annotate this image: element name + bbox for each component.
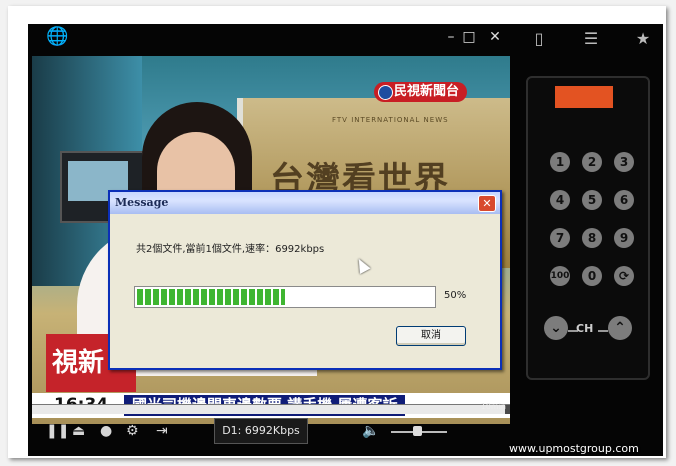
remote-key-8[interactable]: 9 [614,228,634,248]
channel-logo: 民視新聞台 [374,82,468,102]
photo-frame: 🌐 – □ ✕ FTV INTERNATIONAL NEWS 台灣看世界 民視新… [8,6,666,458]
channel-up-button[interactable]: ⌃ [608,316,632,340]
record-icon[interactable]: ● [100,422,112,440]
maximize-button[interactable]: □ [460,28,478,46]
watermark: www.upmostgroup.com [509,442,639,455]
remote-key-10[interactable]: 0 [582,266,602,286]
exit-icon[interactable]: ⇥ [156,422,168,440]
dialog-title: Message [115,196,169,209]
seek-duration: 10min [480,402,506,411]
remote-key-9[interactable]: 100 [550,266,570,286]
close-button[interactable]: ✕ [486,28,504,46]
list-icon[interactable]: ☰ [576,28,606,50]
pause-icon[interactable]: ❚❚ [46,422,69,440]
minimize-button[interactable]: – [442,28,460,46]
remote-key-3[interactable]: 4 [550,190,570,210]
remote-key-0[interactable]: 1 [550,152,570,172]
eject-icon[interactable]: ⏏ [72,422,85,440]
progress-percent: 50% [444,290,467,301]
dialog-titlebar[interactable]: Message ✕ [110,192,500,214]
bitrate-display: D1: 6992Kbps [214,418,308,444]
remote-tabs: ▯ ☰ ★ [518,24,663,54]
progress-fill [137,289,285,305]
transfer-progress-bar [134,286,436,308]
remote-key-11[interactable]: ⟳ [614,266,634,286]
remote-key-1[interactable]: 2 [582,152,602,172]
remote-key-4[interactable]: 5 [582,190,602,210]
remote-control: ⌄ CH ⌃ 1 2 3 4 5 6 7 8 9 100 0 ⟳ [526,76,650,380]
transfer-message: 共2個文件,當前1個文件,速率：6992kbps [136,244,325,255]
remote-icon[interactable]: ▯ [524,28,554,50]
seek-bar[interactable]: 10min [32,402,510,414]
globe-icon[interactable]: 🌐 [46,26,68,48]
channel-down-button[interactable]: ⌄ [544,316,568,340]
volume-icon[interactable]: 🔈 [362,422,379,440]
settings-icon[interactable]: ⚙ [126,422,139,440]
cancel-button[interactable]: 取消 [396,326,466,346]
network-text: FTV INTERNATIONAL NEWS [332,116,449,124]
remote-key-6[interactable]: 7 [550,228,570,248]
channel-label: CH [576,322,594,335]
seek-progress [32,405,506,414]
ch-line-right [598,330,608,332]
star-icon[interactable]: ★ [628,28,658,50]
channel-display [555,86,613,108]
remote-key-5[interactable]: 6 [614,190,634,210]
dialog-close-button[interactable]: ✕ [478,195,496,212]
player-window: 🌐 – □ ✕ FTV INTERNATIONAL NEWS 台灣看世界 民視新… [28,24,663,456]
remote-key-2[interactable]: 3 [614,152,634,172]
message-dialog: Message ✕ 共2個文件,當前1個文件,速率：6992kbps 50% 取… [108,190,502,370]
volume-knob[interactable] [413,426,422,436]
remote-key-7[interactable]: 8 [582,228,602,248]
